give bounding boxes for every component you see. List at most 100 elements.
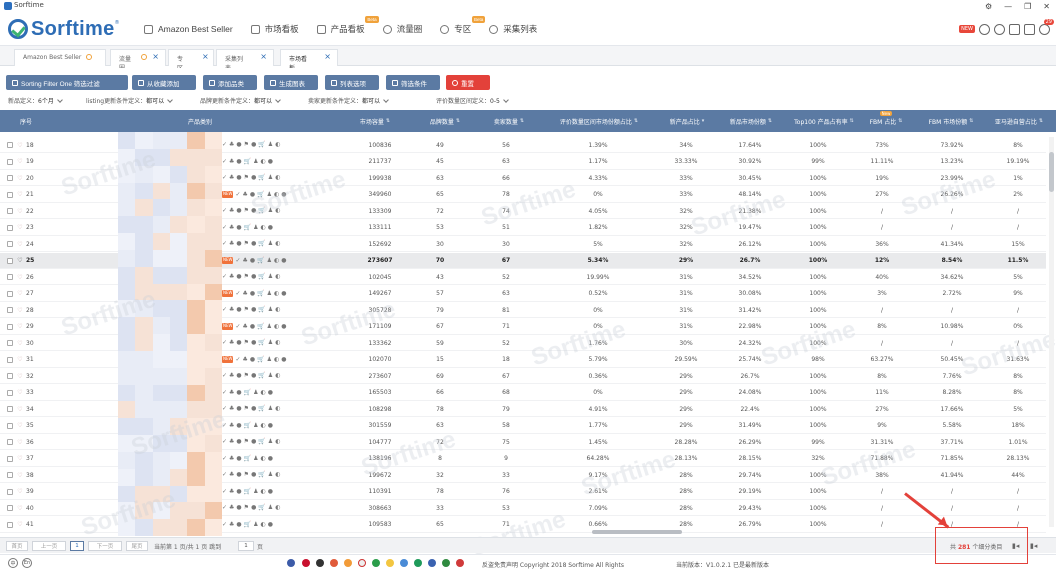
favorite-heart-icon[interactable]: ♡ <box>16 418 24 434</box>
favorite-heart-icon[interactable]: ♡ <box>16 451 24 467</box>
favorite-heart-icon[interactable]: ♡ <box>16 352 24 368</box>
feature-icon[interactable]: ♟ <box>268 141 273 148</box>
feature-icon[interactable]: 🛒 <box>244 158 251 165</box>
feature-icon[interactable]: 🛒 <box>258 273 265 280</box>
row-checkbox[interactable] <box>6 368 14 384</box>
add-from-favorites-button[interactable]: 从收藏添加 <box>132 75 196 90</box>
feature-icon[interactable]: ● <box>251 141 256 148</box>
feature-icon[interactable]: ⚑ <box>244 174 249 181</box>
new-product-definition[interactable]: 新品定义：6个月 <box>8 96 63 105</box>
feature-icon[interactable]: ✓ <box>222 174 227 181</box>
vertical-scrollbar[interactable] <box>1049 137 1054 527</box>
feature-icon[interactable]: ◐ <box>275 174 280 181</box>
feature-icon[interactable]: ◐ <box>274 323 279 330</box>
col-market-capacity[interactable]: 市场容量 ⇅ <box>350 110 400 132</box>
feature-icon[interactable]: ✓ <box>235 191 240 198</box>
nav-zone[interactable]: 专区 Beta <box>440 16 486 35</box>
feature-icon[interactable]: ● <box>268 158 273 165</box>
tab-traffic-circle[interactable]: 流量圈× <box>110 49 166 72</box>
fr-flag-icon[interactable] <box>400 559 408 567</box>
feature-icon[interactable]: ● <box>251 174 256 181</box>
close-icon[interactable]: ✕ <box>1043 2 1050 11</box>
feature-icon[interactable]: ● <box>250 257 255 264</box>
feature-icon[interactable]: ♟ <box>267 290 272 297</box>
col-category[interactable]: 产品类别 <box>150 110 250 132</box>
feature-icon[interactable]: ◐ <box>275 405 280 412</box>
feature-icon[interactable]: 🛒 <box>258 405 265 412</box>
row-checkbox[interactable] <box>6 352 14 368</box>
tab-market-board[interactable]: 市场看板× <box>280 49 338 72</box>
feature-icon[interactable]: ♟ <box>267 323 272 330</box>
feature-icon[interactable]: 🛒 <box>257 191 264 198</box>
checkbox[interactable] <box>7 191 13 198</box>
feature-icon[interactable]: ⚑ <box>244 504 249 511</box>
feature-icon[interactable]: ♟ <box>253 389 258 396</box>
feature-icon[interactable]: ♣ <box>229 521 234 528</box>
feature-icon[interactable]: ♣ <box>243 356 248 363</box>
checkbox[interactable] <box>7 439 13 445</box>
checkbox[interactable] <box>7 142 13 148</box>
current-page-button[interactable]: 1 <box>70 541 84 551</box>
feature-icon[interactable]: ◐ <box>275 471 280 478</box>
feature-icon[interactable]: ♟ <box>268 174 273 181</box>
feature-icon[interactable]: ♟ <box>268 504 273 511</box>
close-tab-icon[interactable]: × <box>152 53 159 61</box>
feature-icon[interactable]: ● <box>236 422 241 429</box>
feature-icon[interactable]: ● <box>251 240 256 247</box>
col-fbm-ratio[interactable]: New FBM 占比 ⇅ <box>866 110 906 132</box>
feature-icon[interactable]: ♣ <box>229 455 234 462</box>
row-checkbox[interactable] <box>6 484 14 500</box>
nav-product-board[interactable]: 产品看板 Beta <box>316 16 379 35</box>
tab-amazon-best-seller[interactable]: Amazon Best Seller <box>14 49 106 66</box>
feature-icon[interactable]: ⚑ <box>244 273 249 280</box>
row-checkbox[interactable] <box>6 220 14 236</box>
feature-icon[interactable]: ♣ <box>229 471 234 478</box>
feature-icon[interactable]: ♟ <box>268 273 273 280</box>
uk-flag-icon[interactable] <box>302 559 310 567</box>
feature-icon[interactable]: ♟ <box>267 257 272 264</box>
feature-icon[interactable]: ● <box>250 290 255 297</box>
feature-icon[interactable]: ♟ <box>267 191 272 198</box>
feature-icon[interactable]: 🛒 <box>244 521 251 528</box>
feature-icon[interactable]: ♟ <box>253 158 258 165</box>
tab-collect-list[interactable]: 采集列表× <box>216 49 274 72</box>
feature-icon[interactable]: ● <box>251 504 256 511</box>
feature-icon[interactable]: 🛒 <box>244 224 251 231</box>
feature-icon[interactable]: ⚑ <box>244 141 249 148</box>
feature-icon[interactable]: ♣ <box>229 273 234 280</box>
feature-icon[interactable]: ◐ <box>275 273 280 280</box>
checkbox[interactable] <box>7 175 13 181</box>
service-icon[interactable] <box>979 23 990 35</box>
tab-zone[interactable]: 专区× <box>168 49 214 72</box>
filter-one-button[interactable]: Sorting Filter One 筛选过滤 <box>6 75 128 90</box>
feature-icon[interactable]: ♣ <box>229 158 234 165</box>
monitor-icon[interactable] <box>1009 23 1020 35</box>
feature-icon[interactable]: ● <box>251 372 256 379</box>
favorite-heart-icon[interactable]: ♡ <box>16 467 24 483</box>
feature-icon[interactable]: ● <box>236 405 241 412</box>
scroll-thumb[interactable] <box>592 530 682 534</box>
favorite-heart-icon[interactable]: ♡ <box>16 187 24 203</box>
row-checkbox[interactable] <box>6 319 14 335</box>
favorite-heart-icon[interactable]: ♡ <box>16 484 24 500</box>
feature-icon[interactable]: ◐ <box>261 488 266 495</box>
row-checkbox[interactable] <box>6 335 14 351</box>
checkbox[interactable] <box>7 356 13 363</box>
feature-icon[interactable]: ♟ <box>268 471 273 478</box>
in-flag-icon[interactable] <box>344 559 352 567</box>
feature-icon[interactable]: ✓ <box>222 521 227 528</box>
minimize-icon[interactable]: — <box>1004 2 1012 11</box>
close-tab-icon[interactable]: × <box>202 53 209 61</box>
feature-icon[interactable]: ● <box>251 471 256 478</box>
checkbox[interactable] <box>7 208 13 214</box>
feature-icon[interactable]: ● <box>236 174 241 181</box>
checkbox[interactable] <box>7 340 13 346</box>
feature-icon[interactable]: 🛒 <box>244 389 251 396</box>
checkbox[interactable] <box>7 241 13 247</box>
feature-icon[interactable]: ● <box>236 158 241 165</box>
collapse-icon[interactable]: ▮◂ <box>1030 542 1037 550</box>
feature-icon[interactable]: ● <box>236 438 241 445</box>
feature-icon[interactable]: ✓ <box>222 207 227 214</box>
row-checkbox[interactable] <box>6 451 14 467</box>
feature-icon[interactable]: ◐ <box>274 290 279 297</box>
